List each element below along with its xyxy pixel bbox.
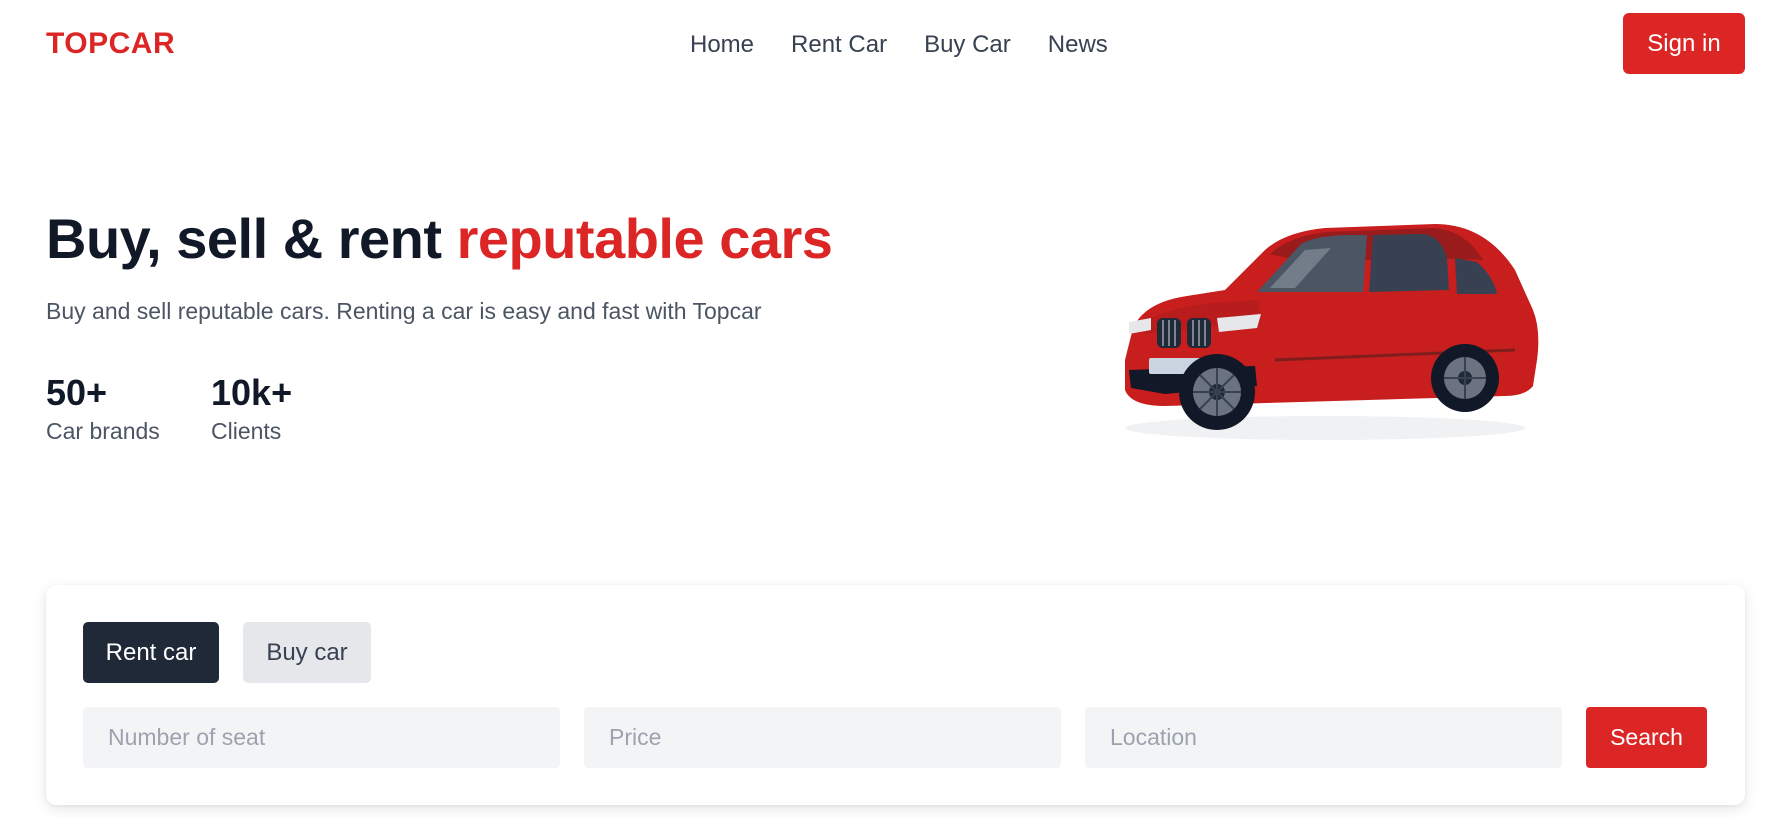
stat-car-brands: 50+ Car brands xyxy=(46,372,160,445)
hero-title: Buy, sell & rent reputable cars xyxy=(46,206,833,271)
nav-link-news[interactable]: News xyxy=(1048,30,1108,60)
stat-value: 50+ xyxy=(46,372,108,413)
logo[interactable]: TOPCAR xyxy=(46,27,175,61)
main-nav: Home Rent Car Buy Car News xyxy=(690,30,1108,60)
search-button[interactable]: Search xyxy=(1586,707,1707,768)
stat-label: Clients xyxy=(211,418,282,444)
hero-title-accent: reputable cars xyxy=(456,207,833,270)
site-header: TOPCAR Home Rent Car Buy Car News Sign i… xyxy=(0,0,1785,90)
location-input[interactable] xyxy=(1085,707,1562,768)
stat-value: 10k+ xyxy=(211,372,293,413)
stat-clients: 10k+ Clients xyxy=(211,372,292,445)
page: TOPCAR Home Rent Car Buy Car News Sign i… xyxy=(0,0,1785,818)
seats-input[interactable] xyxy=(83,707,560,768)
hero-car-image xyxy=(1125,224,1539,440)
hero-subtitle: Buy and sell reputable cars. Renting a c… xyxy=(46,298,762,324)
stat-label: Car brands xyxy=(46,418,160,444)
nav-link-buy-car[interactable]: Buy Car xyxy=(924,30,1011,60)
nav-link-home[interactable]: Home xyxy=(690,30,754,60)
tab-buy-car[interactable]: Buy car xyxy=(243,622,371,683)
price-input[interactable] xyxy=(584,707,1061,768)
hero-title-plain: Buy, sell & rent xyxy=(46,207,457,270)
tab-rent-car[interactable]: Rent car xyxy=(83,622,219,683)
sign-in-button[interactable]: Sign in xyxy=(1623,13,1745,74)
nav-link-rent-car[interactable]: Rent Car xyxy=(791,30,887,60)
search-card: Rent car Buy car Search xyxy=(46,585,1745,805)
